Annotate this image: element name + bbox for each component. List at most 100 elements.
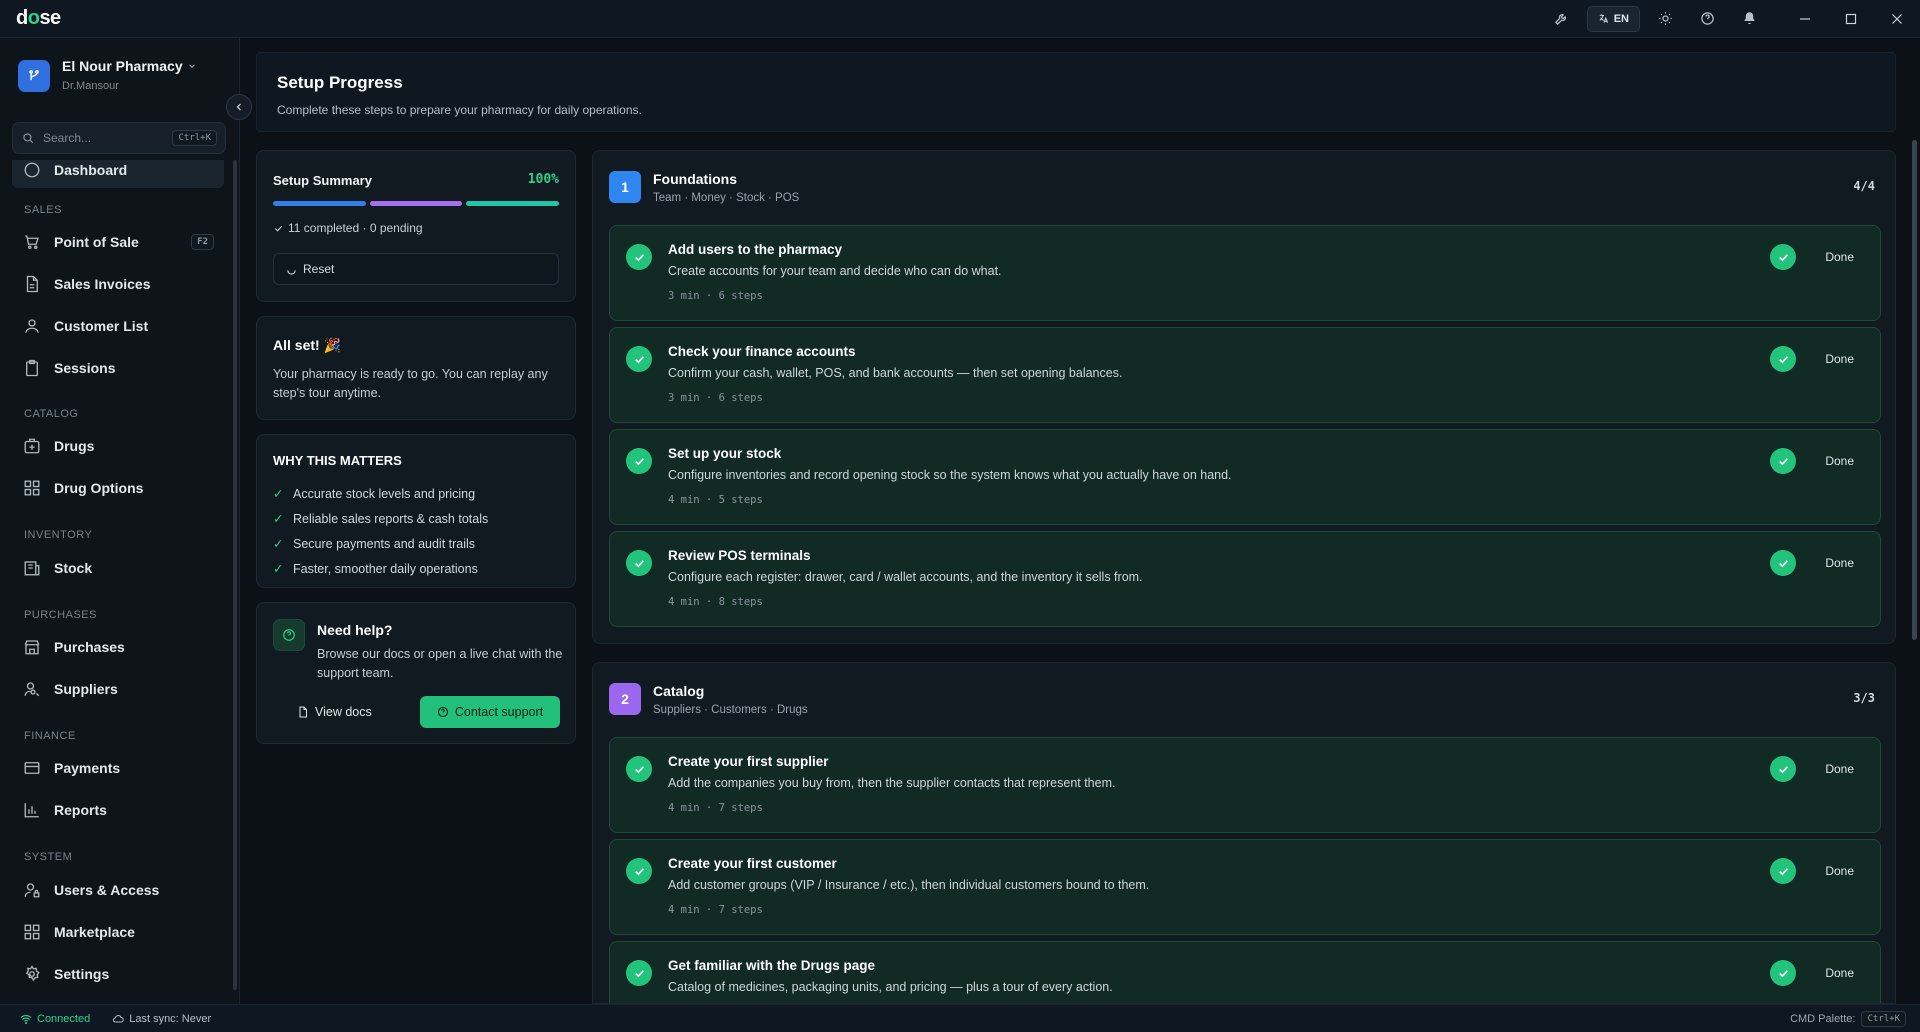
sidebar-item-purchases[interactable]: Purchases (12, 629, 224, 665)
step-status: Done (1825, 250, 1854, 264)
section-finance: FINANCE (24, 730, 76, 742)
section-inventory: INVENTORY (24, 529, 93, 541)
sidebar-item-suppliers[interactable]: Suppliers (12, 671, 224, 707)
close-button[interactable] (1874, 0, 1920, 38)
search-input[interactable]: Search... Ctrl+K (12, 122, 226, 154)
sidebar-item-marketplace[interactable]: Marketplace (12, 914, 224, 950)
step-card[interactable]: Check your finance accounts Confirm your… (609, 327, 1881, 423)
status-bar: Connected Last sync: Never CMD Palette: … (0, 1004, 1920, 1032)
reset-button[interactable]: Reset (273, 253, 559, 285)
step-card[interactable]: Create your first customer Add customer … (609, 839, 1881, 935)
last-sync-label: Last sync: Never (129, 1012, 212, 1025)
step-card[interactable]: Create your first supplier Add the compa… (609, 737, 1881, 833)
step-title: Get familiar with the Drugs page (668, 958, 876, 973)
sidebar-item-sales-invoices[interactable]: Sales Invoices (12, 266, 224, 302)
step-description: Configure inventories and record opening… (668, 468, 1232, 482)
step-meta: 4 min · 7 steps (668, 904, 763, 916)
step-status: Done (1825, 762, 1854, 776)
sidebar-item-label: Point of Sale (54, 234, 139, 250)
sidebar-item-label: Payments (54, 760, 121, 776)
sidebar-item-customer-list[interactable]: Customer List (12, 308, 224, 344)
progress-segment (369, 201, 463, 206)
section-sales: SALES (24, 204, 62, 216)
sidebar-scrollbar[interactable] (233, 160, 237, 990)
step-description: Catalog of medicines, packaging units, a… (668, 980, 1113, 994)
pos-shortcut-badge: F2 (191, 234, 214, 250)
sidebar-item-reports[interactable]: Reports (12, 792, 224, 828)
sun-icon[interactable] (1644, 0, 1686, 38)
org-name: El Nour Pharmacy (62, 58, 183, 74)
step-card[interactable]: Review POS terminals Configure each regi… (609, 531, 1881, 627)
step-status: Done (1825, 556, 1854, 570)
command-palette-hint[interactable]: CMD Palette: Ctrl+K (1790, 1010, 1906, 1027)
bar-chart-icon (22, 800, 42, 820)
check-circle-icon (1770, 346, 1796, 372)
group-subtitle: Suppliers · Customers · Drugs (653, 704, 808, 716)
sidebar-item-label: Suppliers (54, 681, 118, 697)
sidebar-item-label: Users & Access (54, 882, 160, 898)
language-label: EN (1613, 12, 1629, 25)
grid-icon (22, 478, 42, 498)
section-purchases: PURCHASES (24, 609, 97, 621)
group-foundations: 1 Foundations Team · Money · Stock · POS… (592, 150, 1896, 644)
language-button[interactable]: EN (1586, 5, 1640, 32)
wrench-icon[interactable] (1541, 0, 1583, 38)
gauge-icon (22, 160, 42, 180)
contact-support-button[interactable]: Contact support (420, 696, 560, 728)
search-shortcut: Ctrl+K (172, 130, 217, 146)
minimize-button[interactable] (1782, 0, 1828, 38)
step-meta: 4 min · 5 steps (668, 494, 763, 506)
check-icon: ✓ (273, 537, 284, 551)
summary-status-text: 11 completed · 0 pending (288, 221, 423, 235)
list-item: ✓ Reliable sales reports & cash totals (273, 506, 488, 531)
file-text-icon (22, 274, 42, 294)
collapse-sidebar-button[interactable] (226, 94, 252, 120)
step-card[interactable]: Get familiar with the Drugs page Catalog… (609, 941, 1881, 1003)
wifi-icon (20, 1014, 32, 1024)
list-item: ✓ Secure payments and audit trails (273, 531, 488, 556)
help-circle-icon (437, 706, 448, 718)
check-circle-icon (1770, 756, 1796, 782)
check-circle-icon (1770, 550, 1796, 576)
all-set-card: All set! 🎉 Your pharmacy is ready to go.… (256, 316, 576, 420)
help-circle-icon[interactable] (1686, 0, 1728, 38)
step-description: Configure each register: drawer, card / … (668, 570, 1143, 584)
why-item-text: Faster, smoother daily operations (293, 561, 478, 576)
sidebar-item-stock[interactable]: Stock (12, 550, 224, 586)
undo-icon (287, 269, 296, 275)
apps-icon (22, 922, 42, 942)
check-circle-icon (1770, 448, 1796, 474)
step-title: Create your first supplier (668, 754, 829, 769)
step-card[interactable]: Set up your stock Configure inventories … (609, 429, 1881, 525)
group-count: 3/3 (1853, 691, 1875, 705)
cmd-label: CMD Palette: (1790, 1012, 1856, 1025)
main-scrollbar[interactable] (1912, 140, 1917, 640)
org-switcher[interactable]: El Nour Pharmacy Dr.Mansour (18, 58, 197, 92)
sidebar-item-sessions[interactable]: Sessions (12, 350, 224, 386)
sidebar-item-label: Stock (54, 560, 93, 576)
translate-icon (1599, 14, 1608, 23)
help-title: Need help? (317, 622, 393, 638)
step-meta: 3 min · 6 steps (668, 392, 763, 404)
sidebar-item-payments[interactable]: Payments (12, 750, 224, 786)
step-title: Check your finance accounts (668, 344, 856, 359)
page-title: Setup Progress (277, 73, 403, 92)
sidebar-item-settings[interactable]: Settings (12, 956, 224, 992)
sidebar-item-drugs[interactable]: Drugs (12, 428, 224, 464)
check-circle-icon (626, 960, 652, 986)
sidebar-item-drug-options[interactable]: Drug Options (12, 470, 224, 506)
gear-icon (22, 964, 42, 984)
check-circle-icon (626, 448, 652, 474)
bell-icon[interactable] (1728, 0, 1770, 38)
sidebar-item-pos[interactable]: Point of Sale F2 (12, 224, 224, 260)
check-icon: ✓ (273, 512, 284, 526)
view-docs-button[interactable]: View docs (297, 696, 372, 728)
view-docs-label: View docs (315, 705, 372, 719)
connected-label: Connected (37, 1012, 91, 1025)
sidebar-item-dashboard[interactable]: Dashboard (12, 160, 224, 188)
step-card[interactable]: Add users to the pharmacy Create account… (609, 225, 1881, 321)
check-icon: ✓ (273, 562, 284, 576)
sidebar-item-users-access[interactable]: Users & Access (12, 872, 224, 908)
maximize-button[interactable] (1828, 0, 1874, 38)
check-icon (274, 225, 283, 232)
